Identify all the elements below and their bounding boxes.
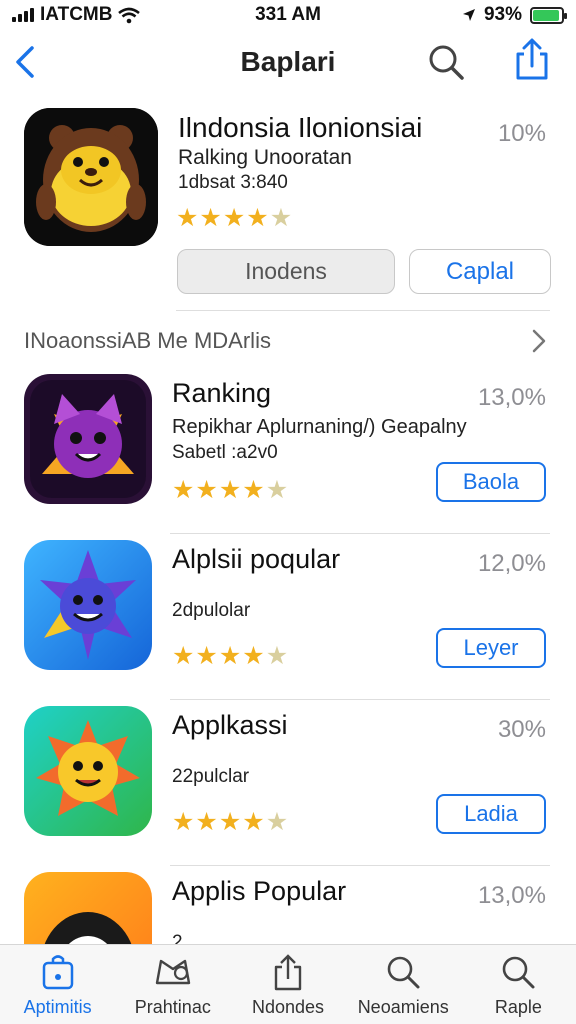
star-icon: ★ xyxy=(269,204,293,232)
battery-fill xyxy=(533,9,560,21)
share-tab-icon xyxy=(274,954,302,991)
star-icon: ★ xyxy=(172,808,195,836)
star-rating: ★ ★ ★ ★ ★ xyxy=(172,644,288,669)
tab-label: Ndondes xyxy=(251,997,325,1017)
featured-app[interactable]: Ilndonsia Ilonionsiai 10% Ralking Unoora… xyxy=(0,104,576,314)
cat-app-icon[interactable] xyxy=(24,374,152,504)
nav-bar: Baplari xyxy=(0,30,576,94)
page-title: Baplari xyxy=(240,46,336,77)
app-meta: 2dpulolar xyxy=(172,600,251,621)
star-icon: ★ xyxy=(176,204,199,232)
app-name[interactable]: Applis Popular xyxy=(172,876,346,907)
star-icon: ★ xyxy=(242,476,265,504)
tab-bar: Aptimitis Prahtinac Ndondes Neoamiens Ra… xyxy=(0,944,576,1024)
tab-label: Prahtinac xyxy=(134,997,211,1017)
star-icon: ★ xyxy=(195,808,218,836)
app-meta: 22pulclar xyxy=(172,766,250,787)
app-percent: 12,0% xyxy=(477,550,546,577)
star-icon: ★ xyxy=(265,642,289,670)
featured-app-percent: 10% xyxy=(497,120,546,147)
star-icon: ★ xyxy=(195,476,218,504)
search-icon[interactable] xyxy=(424,40,468,84)
tab-search[interactable]: Neoamiens xyxy=(346,945,461,1024)
star-icon: ★ xyxy=(246,204,269,232)
featured-app-meta: 1dbsat 3:840 xyxy=(178,172,288,193)
get-button[interactable]: Baola xyxy=(436,462,546,502)
status-bar: IATCMB 331 AM 93% xyxy=(0,0,576,30)
tab-updates[interactable]: Ndondes xyxy=(230,945,345,1024)
star-icon: ★ xyxy=(218,642,242,670)
star-icon: ★ xyxy=(218,808,242,836)
get-button[interactable]: Ladia xyxy=(436,794,546,834)
app-meta: Sabetl :a2v0 xyxy=(172,442,278,463)
apps-tab-icon xyxy=(42,955,73,990)
star-rating: ★ ★ ★ ★ ★ xyxy=(172,810,288,835)
star-icon: ★ xyxy=(195,642,218,670)
section-header[interactable]: INoaonssiAB Me MDArlis xyxy=(24,324,552,360)
featured-app-subtitle: Ralking Unooratan xyxy=(178,146,352,169)
app-percent: 30% xyxy=(497,716,546,743)
app-name[interactable]: Alplsii poqular xyxy=(172,544,340,575)
star-icon: ★ xyxy=(172,476,195,504)
tab-apps[interactable]: Aptimitis xyxy=(0,945,115,1024)
search-tab-icon xyxy=(503,956,535,989)
tab-label: Neoamiens xyxy=(357,997,449,1017)
star-icon: ★ xyxy=(242,642,265,670)
star-rating: ★ ★ ★ ★ ★ xyxy=(172,478,288,503)
tab-label: Aptimitis xyxy=(23,997,92,1017)
status-right: 93% xyxy=(462,4,567,26)
star-icon: ★ xyxy=(218,476,242,504)
app-list-item[interactable]: Alplsii poqular 12,0% 2dpulolar ★ ★ ★ ★ ★ Le… xyxy=(0,534,576,700)
tab-search-2[interactable]: Raple xyxy=(461,945,576,1024)
get-button[interactable]: Leyer xyxy=(436,628,546,668)
app-list-item[interactable]: Ranking 13,0% Repikhar Aplurnaning/) Gea… xyxy=(0,368,576,534)
section-title: INoaonssiAB Me MDArlis xyxy=(24,328,271,353)
battery-percent: 93% xyxy=(483,4,522,25)
star-icon: ★ xyxy=(242,808,265,836)
star-icon: ★ xyxy=(265,808,289,836)
divider xyxy=(176,310,550,311)
games-tab-icon xyxy=(155,959,190,985)
app-list-item[interactable]: Applkassi 30% 22pulclar ★ ★ ★ ★ ★ Ladia xyxy=(0,700,576,866)
location-arrow-icon xyxy=(462,9,475,21)
sun-app-icon[interactable] xyxy=(24,706,152,836)
app-percent: 13,0% xyxy=(477,384,546,411)
app-name[interactable]: Ranking xyxy=(172,378,271,409)
install-button[interactable]: Inodens xyxy=(177,249,395,294)
battery-icon xyxy=(530,6,567,24)
open-button[interactable]: Caplal xyxy=(409,249,551,294)
star-icon: ★ xyxy=(172,642,195,670)
search-tab-icon xyxy=(387,956,420,989)
app-description: Repikhar Aplurnaning/) Geapalny xyxy=(172,416,467,438)
chevron-right-icon[interactable] xyxy=(528,326,550,356)
star-creature-app-icon[interactable] xyxy=(24,540,152,670)
app-percent: 13,0% xyxy=(477,882,546,909)
bear-app-icon[interactable] xyxy=(24,108,158,246)
featured-app-name[interactable]: Ilndonsia Ilonionsiai xyxy=(178,112,422,144)
star-icon: ★ xyxy=(199,204,222,232)
star-icon: ★ xyxy=(222,204,246,232)
share-icon[interactable] xyxy=(510,36,554,84)
app-name[interactable]: Applkassi xyxy=(172,710,288,741)
star-icon: ★ xyxy=(265,476,289,504)
star-rating: ★ ★ ★ ★ ★ xyxy=(176,206,292,231)
tab-games[interactable]: Prahtinac xyxy=(115,945,230,1024)
tab-label: Raple xyxy=(494,997,542,1017)
